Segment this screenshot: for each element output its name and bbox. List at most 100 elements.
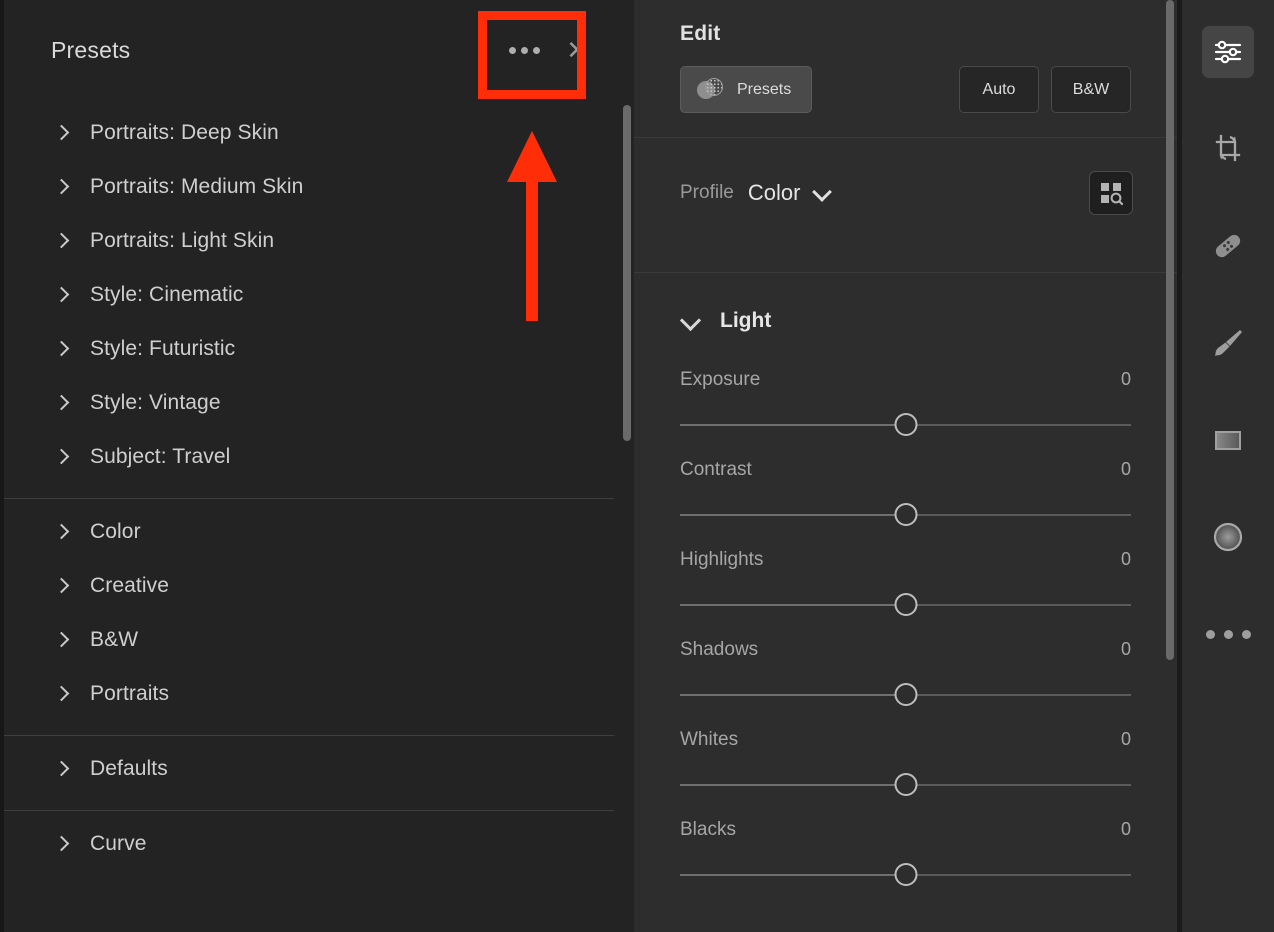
chevron-right-icon (54, 836, 70, 852)
chevron-right-icon (54, 395, 70, 411)
crop-rotate-tool[interactable] (1202, 123, 1254, 175)
preset-item-label: Defaults (90, 757, 168, 780)
slider-whites[interactable]: Whites 0 (634, 729, 1177, 819)
preset-item-label: Portraits (90, 682, 170, 705)
chevron-down-icon[interactable] (813, 184, 831, 202)
profile-row: Profile Color (634, 138, 1177, 248)
presets-header-actions: ✕ (507, 37, 610, 63)
chevron-right-icon (54, 761, 70, 777)
chevron-right-icon (54, 632, 70, 648)
profile-value[interactable]: Color (748, 180, 801, 206)
grid-search-icon (1101, 183, 1124, 206)
linear-gradient-icon (1215, 431, 1241, 450)
healing-brush-tool[interactable] (1202, 220, 1254, 272)
browse-profiles-button[interactable] (1089, 171, 1133, 215)
edit-panel-toolbar: Presets Auto B&W (680, 66, 1131, 113)
preset-item[interactable]: Subject: Travel (4, 430, 634, 484)
crop-rotate-icon (1215, 134, 1241, 162)
close-icon[interactable]: ✕ (566, 37, 588, 63)
slider-value: 0 (1120, 639, 1131, 659)
chevron-right-icon (54, 524, 70, 540)
preset-item[interactable]: Portraits: Deep Skin (4, 106, 634, 160)
slider-contrast[interactable]: Contrast 0 (634, 459, 1177, 549)
dot-icon (533, 46, 541, 54)
preset-item-label: B&W (90, 628, 139, 651)
preset-item-label: Curve (90, 832, 147, 855)
preset-item[interactable]: Style: Vintage (4, 376, 634, 430)
edit-panel: Edit Presets Auto B&W Profile Color Ligh… (634, 0, 1177, 932)
bw-button[interactable]: B&W (1051, 66, 1131, 113)
preset-item[interactable]: Style: Cinematic (4, 268, 634, 322)
light-section-header[interactable]: Light (634, 273, 1177, 369)
dot-icon (509, 46, 517, 54)
chevron-down-icon (680, 312, 702, 330)
edit-sliders-tool[interactable] (1202, 26, 1254, 78)
linear-gradient-tool[interactable] (1202, 414, 1254, 466)
chevron-right-icon (54, 125, 70, 141)
slider-knob[interactable] (894, 863, 917, 886)
slider-value: 0 (1120, 729, 1131, 749)
preset-item-label: Portraits: Light Skin (90, 229, 275, 252)
slider-value: 0 (1120, 549, 1131, 569)
radial-gradient-icon (1213, 522, 1243, 552)
brush-icon (1215, 330, 1242, 356)
dots-icon (1205, 629, 1251, 639)
preset-item[interactable]: Style: Futuristic (4, 322, 634, 376)
slider-knob[interactable] (894, 683, 917, 706)
preset-item[interactable]: Portraits: Light Skin (4, 214, 634, 268)
slider-label: Exposure (680, 369, 761, 390)
presets-more-options-button[interactable] (507, 41, 542, 60)
presets-panel-title: Presets (51, 36, 131, 63)
edit-panel-scrollbar[interactable] (1166, 0, 1174, 660)
presets-toggle-button[interactable]: Presets (680, 66, 813, 113)
preset-item-label: Subject: Travel (90, 445, 231, 468)
tool-rail (1177, 0, 1274, 932)
slider-shadows[interactable]: Shadows 0 (634, 639, 1177, 729)
preset-group-defaults: Defaults (4, 736, 634, 810)
presets-panel-header: Presets ✕ (4, 0, 634, 100)
slider-value: 0 (1120, 369, 1131, 389)
chevron-right-icon (54, 233, 70, 249)
slider-label: Shadows (680, 639, 759, 660)
slider-knob[interactable] (894, 503, 917, 526)
preset-item[interactable]: B&W (4, 613, 634, 667)
preset-item-label: Creative (90, 574, 169, 597)
auto-button[interactable]: Auto (959, 66, 1039, 113)
preset-item[interactable]: Creative (4, 559, 634, 613)
preset-item[interactable]: Curve (4, 817, 634, 871)
slider-knob[interactable] (894, 593, 917, 616)
masking-brush-tool[interactable] (1202, 317, 1254, 369)
presets-panel-scrollbar[interactable] (623, 105, 631, 441)
slider-label: Highlights (680, 549, 764, 570)
preset-item[interactable]: Defaults (4, 742, 634, 796)
preset-item[interactable]: Color (4, 505, 634, 559)
presets-panel: Presets ✕ Portraits: Deep Skin Portraits… (0, 0, 634, 932)
slider-blacks[interactable]: Blacks 0 (634, 819, 1177, 909)
chevron-right-icon (54, 449, 70, 465)
presets-list-scroll-area: Portraits: Deep Skin Portraits: Medium S… (4, 100, 634, 932)
application-window: Presets ✕ Portraits: Deep Skin Portraits… (0, 0, 1274, 932)
slider-knob[interactable] (894, 773, 917, 796)
profile-label: Profile (680, 182, 734, 203)
preset-item-label: Style: Vintage (90, 391, 221, 414)
slider-exposure[interactable]: Exposure 0 (634, 369, 1177, 459)
preset-item-label: Style: Futuristic (90, 337, 236, 360)
slider-value: 0 (1120, 459, 1131, 479)
edit-panel-title: Edit (680, 22, 721, 45)
preset-item[interactable]: Portraits (4, 667, 634, 721)
slider-knob[interactable] (894, 413, 917, 436)
preset-group-curve: Curve (4, 811, 634, 885)
preset-item[interactable]: Portraits: Medium Skin (4, 160, 634, 214)
chevron-right-icon (54, 341, 70, 357)
edit-panel-header: Edit Presets Auto B&W (634, 0, 1177, 113)
more-tools-button[interactable] (1202, 608, 1254, 660)
light-section-title: Light (720, 309, 772, 332)
radial-gradient-tool[interactable] (1202, 511, 1254, 563)
presets-circles-icon (697, 77, 724, 102)
chevron-right-icon (54, 578, 70, 594)
preset-item-label: Portraits: Medium Skin (90, 175, 304, 198)
slider-highlights[interactable]: Highlights 0 (634, 549, 1177, 639)
preset-item-label: Style: Cinematic (90, 283, 244, 306)
chevron-right-icon (54, 686, 70, 702)
slider-label: Blacks (680, 819, 736, 840)
